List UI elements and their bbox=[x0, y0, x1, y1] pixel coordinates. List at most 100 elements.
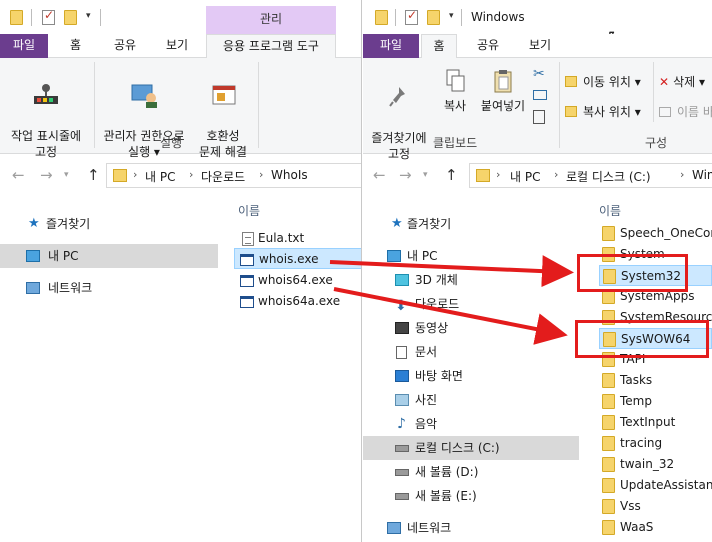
chevron-right-icon[interactable]: › bbox=[259, 168, 263, 181]
move-to-button[interactable]: 이동 위치 ▾ bbox=[565, 74, 641, 90]
new-folder-icon[interactable] bbox=[64, 10, 77, 25]
breadcrumb-this-pc[interactable]: 내 PC bbox=[145, 168, 175, 185]
new-folder-icon[interactable] bbox=[427, 10, 440, 25]
cut-icon[interactable]: ✂ bbox=[533, 66, 545, 82]
file-item-selected[interactable]: whois.exe bbox=[234, 248, 361, 269]
folder-name: Speech_OneCore bbox=[620, 226, 712, 240]
highlight-box-syswow64 bbox=[575, 320, 709, 358]
folder-item[interactable]: UpdateAssistantV bbox=[599, 475, 712, 496]
folder-icon bbox=[602, 394, 615, 409]
nav-item-downloads[interactable]: ⬇ 다운로드 bbox=[363, 292, 579, 316]
copy-button[interactable]: 복사 bbox=[435, 68, 475, 114]
file-item[interactable]: whois64.exe bbox=[238, 270, 358, 291]
folder-icon bbox=[375, 10, 388, 25]
up-icon[interactable]: ↑ bbox=[445, 166, 458, 184]
recent-locations-icon[interactable]: ▾ bbox=[423, 170, 428, 180]
breadcrumb-this-pc[interactable]: 내 PC bbox=[510, 168, 540, 185]
nav-item-this-pc[interactable]: 내 PC bbox=[363, 244, 579, 268]
copy-to-label: 복사 위치 ▾ bbox=[583, 105, 641, 119]
tab-file[interactable]: 파일 bbox=[363, 34, 419, 58]
folder-item[interactable]: TextInput bbox=[599, 412, 712, 433]
nav-item-desktop[interactable]: 바탕 화면 bbox=[363, 364, 579, 388]
separator bbox=[653, 62, 654, 122]
breadcrumb-downloads[interactable]: 다운로드 bbox=[201, 168, 245, 185]
pin-taskbar-button[interactable]: 작업 표시줄에 고정 bbox=[6, 66, 86, 160]
chevron-right-icon[interactable]: › bbox=[554, 168, 558, 181]
file-name: whois.exe bbox=[259, 252, 319, 266]
back-icon[interactable]: ← bbox=[12, 166, 25, 184]
tab-file[interactable]: 파일 bbox=[0, 34, 48, 58]
recent-locations-icon[interactable]: ▾ bbox=[64, 170, 69, 180]
properties-icon[interactable] bbox=[42, 8, 55, 25]
address-bar[interactable]: › 내 PC › 로컬 디스크 (C:) › Window bbox=[469, 163, 712, 188]
breadcrumb-local-disk[interactable]: 로컬 디스크 (C:) bbox=[566, 168, 651, 185]
delete-button[interactable]: ✕ 삭제 ▾ bbox=[659, 74, 705, 90]
nav-item-local-disk-c[interactable]: 로컬 디스크 (C:) bbox=[363, 436, 579, 460]
nav-item-label: 즐겨찾기 bbox=[407, 217, 452, 231]
paste-shortcut-icon[interactable] bbox=[533, 110, 545, 124]
address-bar[interactable]: › 내 PC › 다운로드 › WhoIs bbox=[106, 163, 361, 188]
folder-item[interactable]: WaaS bbox=[599, 517, 712, 538]
nav-item-favorites[interactable]: ★ 즐겨찾기 bbox=[363, 212, 579, 236]
tab-share[interactable]: 공유 bbox=[473, 34, 503, 58]
folder-item[interactable]: twain_32 bbox=[599, 454, 712, 475]
folder-icon bbox=[602, 520, 615, 535]
nav-item-favorites[interactable]: ★ 즐겨찾기 bbox=[0, 212, 218, 236]
copy-path-icon[interactable] bbox=[533, 90, 547, 100]
folder-item[interactable]: tracing bbox=[599, 433, 712, 454]
up-icon[interactable]: ↑ bbox=[87, 166, 100, 184]
forward-icon[interactable]: → bbox=[399, 166, 412, 184]
rename-button[interactable]: 이름 바 bbox=[659, 104, 712, 120]
customize-quick-access-icon[interactable]: ▾ bbox=[86, 11, 91, 21]
back-icon[interactable]: ← bbox=[373, 166, 386, 184]
navigation-pane: ★ 즐겨찾기 내 PC 3D 개체 ⬇ 다운로드 동영상 문서 바탕 화면 사진… bbox=[363, 196, 579, 542]
properties-icon[interactable] bbox=[405, 8, 418, 25]
breadcrumb-whois[interactable]: WhoIs bbox=[271, 168, 308, 182]
drive-icon bbox=[395, 445, 409, 452]
nav-item-this-pc[interactable]: 내 PC bbox=[0, 244, 218, 268]
drive-icon bbox=[395, 469, 409, 476]
folder-item[interactable]: Vss bbox=[599, 496, 712, 517]
nav-item-volume-d[interactable]: 새 볼륨 (D:) bbox=[363, 460, 579, 484]
nav-item-music[interactable]: ♪ 음악 bbox=[363, 412, 579, 436]
nav-item-label: 새 볼륨 (D:) bbox=[415, 465, 479, 479]
tab-home[interactable]: 홈 bbox=[66, 34, 85, 58]
nav-item-videos[interactable]: 동영상 bbox=[363, 316, 579, 340]
copy-to-button[interactable]: 복사 위치 ▾ bbox=[565, 104, 641, 120]
run-as-admin-icon bbox=[131, 84, 157, 108]
nav-item-label: 문서 bbox=[415, 345, 438, 359]
folder-item[interactable]: Temp bbox=[599, 391, 712, 412]
breadcrumb-windows[interactable]: Window bbox=[692, 168, 712, 182]
tab-application-tools[interactable]: 응용 프로그램 도구 bbox=[206, 34, 336, 59]
column-header-name[interactable]: 이름 bbox=[599, 202, 621, 219]
nav-item-network[interactable]: 네트워크 bbox=[363, 516, 579, 540]
folder-icon bbox=[476, 169, 490, 182]
nav-item-volume-e[interactable]: 새 볼륨 (E:) bbox=[363, 484, 579, 508]
file-item[interactable]: Eula.txt bbox=[238, 228, 358, 249]
nav-item-pictures[interactable]: 사진 bbox=[363, 388, 579, 412]
compatibility-troubleshoot-button[interactable]: 호환성 문제 해결 bbox=[192, 66, 254, 160]
column-header-name[interactable]: 이름 bbox=[238, 202, 260, 219]
file-item[interactable]: whois64a.exe bbox=[238, 291, 358, 312]
chevron-right-icon[interactable]: › bbox=[680, 168, 684, 181]
customize-quick-access-icon[interactable]: ▾ bbox=[449, 11, 454, 21]
paste-button[interactable]: 붙여넣기 bbox=[475, 68, 531, 114]
nav-item-3d-objects[interactable]: 3D 개체 bbox=[363, 268, 579, 292]
folder-icon bbox=[113, 169, 127, 182]
folder-item[interactable]: Tasks bbox=[599, 370, 712, 391]
folder-item[interactable]: Speech_OneCore bbox=[599, 223, 712, 244]
nav-item-network[interactable]: 네트워크 bbox=[0, 276, 218, 300]
nav-item-documents[interactable]: 문서 bbox=[363, 340, 579, 364]
pin-quick-access-button[interactable]: 즐겨찾기에 고정 bbox=[367, 68, 431, 162]
folder-icon bbox=[602, 478, 615, 493]
video-icon bbox=[395, 322, 409, 334]
tab-view[interactable]: 보기 bbox=[162, 34, 192, 58]
forward-icon[interactable]: → bbox=[40, 166, 53, 184]
tab-view[interactable]: 보기 bbox=[525, 34, 555, 58]
tab-home[interactable]: 홈 bbox=[421, 34, 457, 59]
tab-share[interactable]: 공유 bbox=[110, 34, 140, 58]
chevron-right-icon[interactable]: › bbox=[189, 168, 193, 181]
star-icon: ★ bbox=[28, 216, 40, 231]
chevron-right-icon[interactable]: › bbox=[496, 168, 500, 181]
chevron-right-icon[interactable]: › bbox=[133, 168, 137, 181]
